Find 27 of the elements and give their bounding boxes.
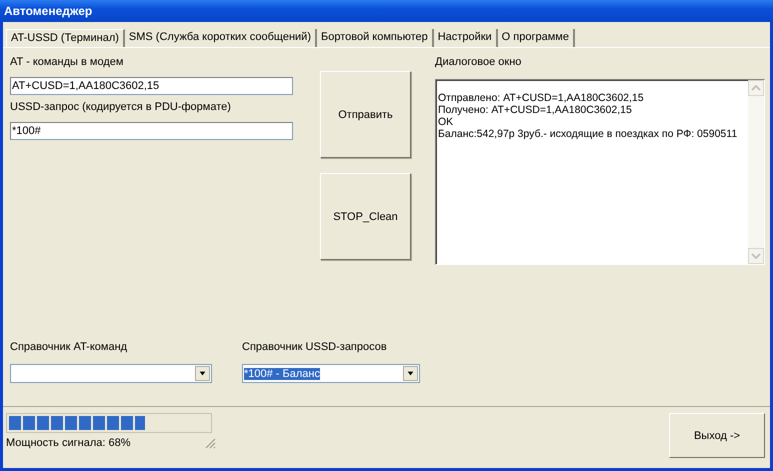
ussd-request-field[interactable]: *100# <box>10 122 293 140</box>
field-label: USSD-запрос (кодируется в PDU-формате) <box>10 101 232 113</box>
output-line: Получено: AT+CUSD=1,AA180C3602,15 <box>438 104 633 116</box>
tab[interactable]: Настройки <box>434 29 498 47</box>
dropdown[interactable]: *100# - Баланс <box>242 364 420 383</box>
field-label: AT - команды в модем <box>10 56 124 68</box>
exit-button[interactable]: Выход -> <box>669 413 765 458</box>
output-line: Баланс:542,97р 3руб.- исходящие в поездках по РФ: 0590511 <box>438 128 738 140</box>
window-title: Автоменеджер <box>4 4 92 18</box>
scroll-up-icon[interactable] <box>748 80 764 96</box>
resize-grip-icon[interactable] <box>204 437 216 449</box>
dropdown-label: Справочник AT-команд <box>10 341 128 353</box>
output-line: Отправлено: AT+CUSD=1,AA180C3602,15 <box>438 92 645 104</box>
dropdown-value: *100# - Баланс <box>244 368 320 380</box>
tab[interactable]: Бортовой компьютер <box>316 29 434 47</box>
output-line: OK <box>438 116 454 128</box>
dropdown-label: Справочник USSD-запросов <box>242 341 388 353</box>
tab[interactable]: SMS (Служба коротких сообщений) <box>124 29 317 47</box>
dialog-label: Диалоговое окно <box>435 56 522 68</box>
action-button[interactable]: STOP_Clean <box>320 173 411 260</box>
scroll-down-icon[interactable] <box>748 248 764 264</box>
scrollbar[interactable] <box>748 80 764 264</box>
tab[interactable]: AT-USSD (Терминал) <box>6 29 125 47</box>
action-button[interactable]: Отправить <box>320 71 411 158</box>
at-command-field[interactable]: AT+CUSD=1,AA180C3602,15 <box>10 77 293 95</box>
signal-strength-text: Мощность сигнала: 68% <box>6 437 130 449</box>
tab[interactable]: О программе <box>498 29 575 47</box>
